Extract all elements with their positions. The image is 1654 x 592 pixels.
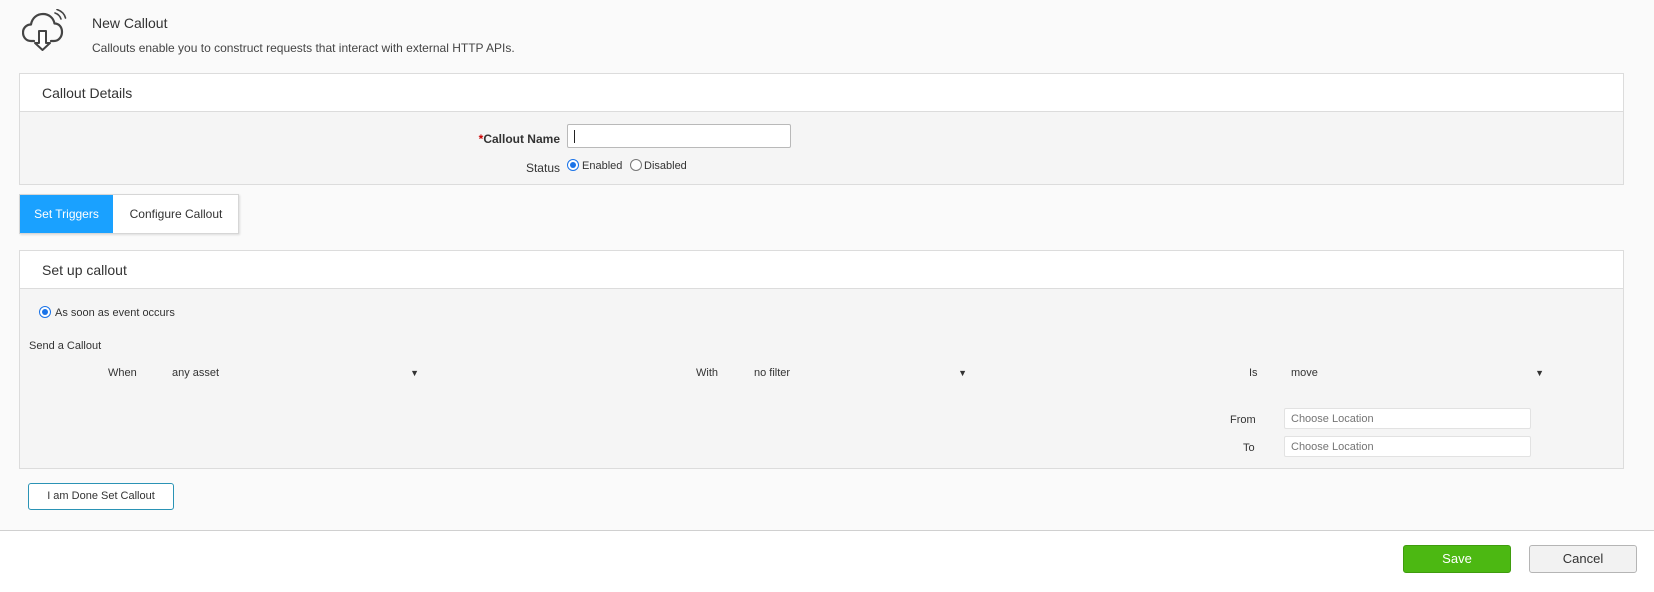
dropdown-arrow-icon: ▼ bbox=[1535, 368, 1544, 378]
dropdown-arrow-icon: ▼ bbox=[410, 368, 419, 378]
is-select-value: move bbox=[1291, 367, 1318, 379]
trigger-immediate-label[interactable]: As soon as event occurs bbox=[55, 307, 175, 319]
panel-title: Callout Details bbox=[42, 85, 133, 101]
status-enabled-radio[interactable] bbox=[567, 159, 579, 171]
with-label: With bbox=[696, 367, 718, 379]
to-label: To bbox=[1243, 442, 1255, 454]
cancel-button[interactable]: Cancel bbox=[1529, 545, 1637, 573]
callout-name-input[interactable] bbox=[567, 124, 791, 148]
callout-name-label: *Callout Name bbox=[420, 132, 560, 146]
tab-configure-callout[interactable]: Configure Callout bbox=[113, 195, 239, 233]
panel-header: Set up callout bbox=[20, 251, 1623, 289]
page-subtitle: Callouts enable you to construct request… bbox=[92, 41, 515, 55]
save-button[interactable]: Save bbox=[1403, 545, 1511, 573]
status-disabled-radio[interactable] bbox=[630, 159, 642, 171]
with-select-value: no filter bbox=[754, 367, 791, 379]
tab-bar: Set Triggers Configure Callout bbox=[19, 194, 239, 234]
to-location-input[interactable] bbox=[1284, 436, 1531, 457]
callout-name-label-text: Callout Name bbox=[483, 132, 560, 146]
callout-details-panel: Callout Details *Callout Name Status Ena… bbox=[19, 73, 1624, 185]
when-select-value: any asset bbox=[172, 367, 220, 379]
panel-title: Set up callout bbox=[42, 262, 127, 278]
status-disabled-label[interactable]: Disabled bbox=[644, 160, 687, 172]
setup-callout-panel: Set up callout As soon as event occurs S… bbox=[19, 250, 1624, 469]
trigger-immediate-radio[interactable] bbox=[39, 306, 51, 318]
is-label: Is bbox=[1249, 367, 1258, 379]
from-location-input[interactable] bbox=[1284, 408, 1531, 429]
dropdown-arrow-icon: ▼ bbox=[958, 368, 967, 378]
panel-header: Callout Details bbox=[20, 74, 1623, 112]
done-set-callout-button[interactable]: I am Done Set Callout bbox=[28, 483, 174, 510]
when-select[interactable]: any asset ▼ bbox=[165, 361, 425, 385]
is-select[interactable]: move ▼ bbox=[1284, 361, 1550, 385]
status-enabled-label[interactable]: Enabled bbox=[582, 160, 622, 172]
tab-set-triggers[interactable]: Set Triggers bbox=[20, 195, 113, 233]
page-title: New Callout bbox=[92, 15, 168, 31]
when-label: When bbox=[108, 367, 137, 379]
with-select[interactable]: no filter ▼ bbox=[747, 361, 973, 385]
cloud-download-icon bbox=[21, 8, 68, 51]
from-label: From bbox=[1230, 414, 1256, 426]
send-callout-label: Send a Callout bbox=[29, 340, 102, 352]
status-label: Status bbox=[525, 161, 560, 175]
text-caret bbox=[574, 130, 575, 143]
